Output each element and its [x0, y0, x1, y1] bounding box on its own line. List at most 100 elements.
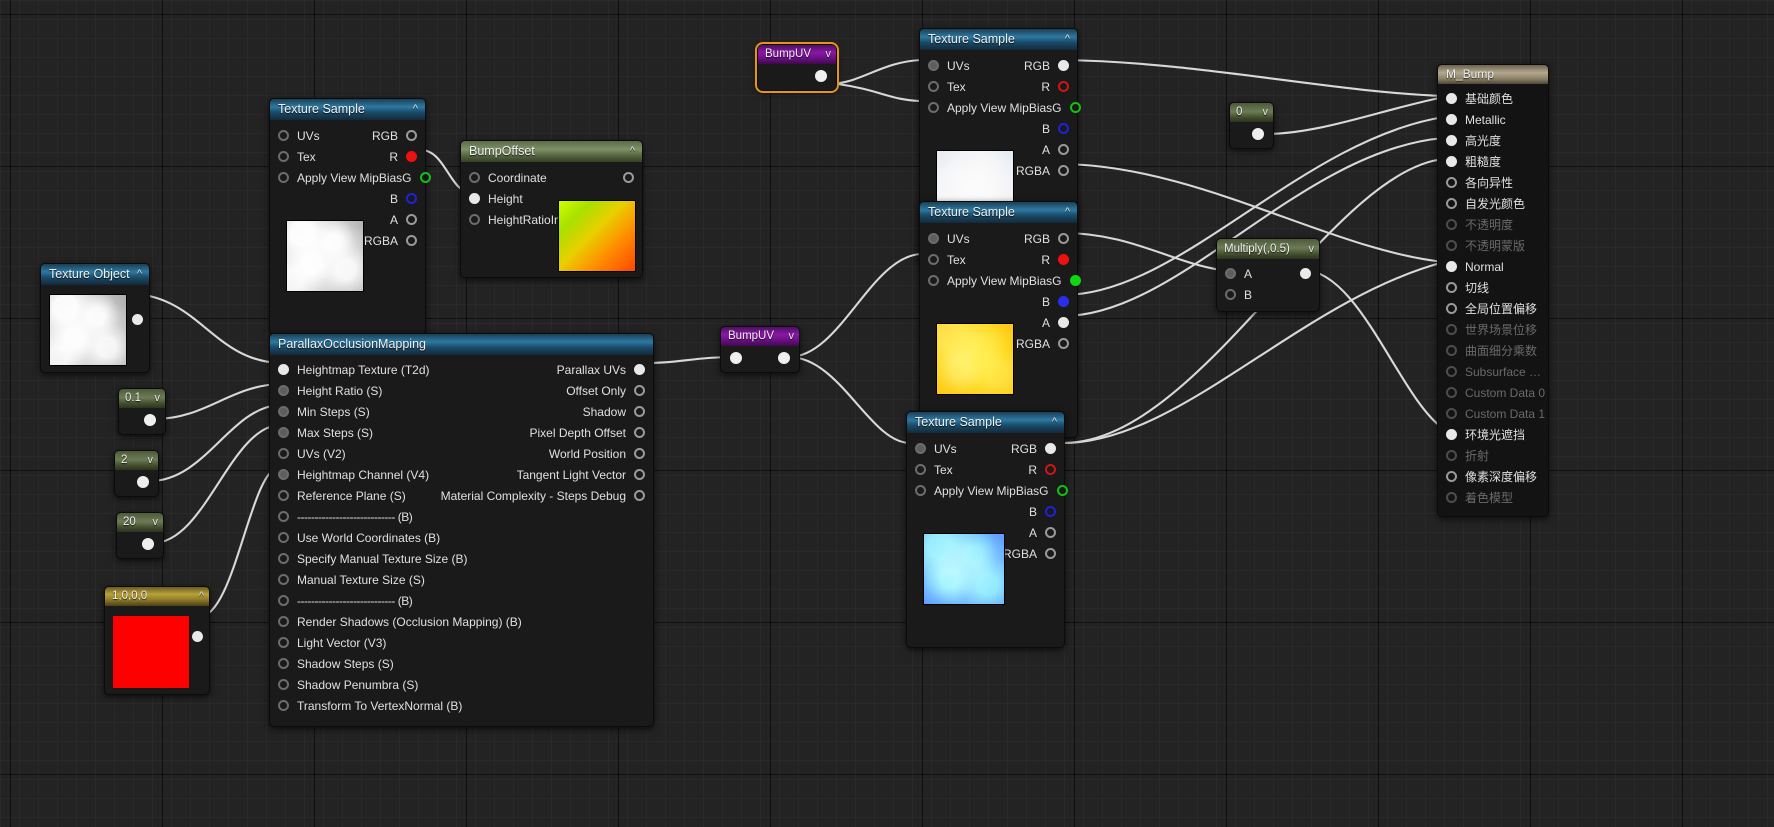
chevron-down-icon[interactable]: v [155, 389, 161, 408]
output-pin-texture-object[interactable] [132, 314, 143, 325]
input-pin-uvs[interactable] [278, 130, 289, 141]
output-pin-a[interactable] [1045, 527, 1056, 538]
chevron-down-icon[interactable]: v [1309, 239, 1315, 259]
pin-row[interactable]: Render Shadows (Occlusion Mapping) (B) [270, 611, 653, 632]
output-pin-vector[interactable] [192, 631, 203, 642]
node-parallax-occlusion-mapping[interactable]: ParallaxOcclusionMapping Heightmap Textu… [269, 333, 654, 727]
output-pin-offset-only[interactable] [634, 385, 645, 396]
chevron-up-icon[interactable]: ^ [199, 587, 204, 606]
chevron-up-icon[interactable]: ^ [630, 141, 635, 162]
input-pin-uvs[interactable] [928, 233, 939, 244]
material-pin-row[interactable]: 着色模型 [1438, 487, 1548, 508]
node-scalar-0[interactable]: 0 v [1229, 102, 1274, 149]
node-header[interactable]: ParallaxOcclusionMapping [270, 334, 653, 355]
node-header[interactable]: M_Bump [1438, 65, 1548, 84]
material-input-pin[interactable] [1446, 261, 1457, 272]
node-header[interactable]: BumpUV v [721, 327, 799, 346]
output-pin-bumpuv[interactable] [778, 352, 790, 364]
input-pin-render-shadows[interactable] [278, 616, 289, 627]
input-pin-light-vector[interactable] [278, 637, 289, 648]
pin-row[interactable]: B [920, 291, 1077, 312]
input-pin-b[interactable] [1225, 289, 1236, 300]
node-bumpuv-lower[interactable]: BumpUV v [720, 326, 800, 373]
pin-row[interactable]: Heightmap Texture (T2d) Parallax UVs [270, 359, 653, 380]
output-pin-r[interactable] [1058, 81, 1069, 92]
material-input-pin[interactable] [1446, 93, 1457, 104]
output-pin-tangent-light-vector[interactable] [634, 469, 645, 480]
node-material-output[interactable]: M_Bump 基础颜色 Metallic 高光度 粗糙度 各向异性 自发光颜色 不透明度 不透… [1437, 64, 1549, 517]
chevron-down-icon[interactable]: v [148, 451, 154, 470]
pin-row[interactable]: Apply View MipBias G [907, 480, 1068, 501]
material-pin-row[interactable]: Normal [1438, 256, 1548, 277]
input-pin-apply-view-mipbias[interactable] [928, 102, 939, 113]
node-header[interactable]: 1,0,0,0 ^ [105, 587, 209, 606]
node-scalar-0-1[interactable]: 0.1 v [118, 388, 166, 435]
material-input-pin[interactable] [1446, 492, 1457, 503]
material-input-pin[interactable] [1446, 240, 1457, 251]
material-pin-row[interactable]: 不透明度 [1438, 214, 1548, 235]
chevron-down-icon[interactable]: v [153, 513, 159, 532]
output-pin-pixel-depth-offset[interactable] [634, 427, 645, 438]
material-pin-row[interactable]: 切线 [1438, 277, 1548, 298]
material-pin-row[interactable]: Custom Data 0 [1438, 382, 1548, 403]
material-pin-row[interactable]: 世界场景位移 [1438, 319, 1548, 340]
input-pin-heightratioinput[interactable] [469, 214, 480, 225]
node-texture-sample-orange[interactable]: Texture Sample ^ UVs RGB Tex R Apply Vie… [919, 201, 1081, 438]
material-pin-row[interactable]: 曲面细分乘数 [1438, 340, 1548, 361]
node-header[interactable]: Texture Sample ^ [270, 99, 425, 120]
output-pin-rgba[interactable] [406, 235, 417, 246]
output-pin-rgb[interactable] [1058, 233, 1069, 244]
input-pin-tex[interactable] [928, 81, 939, 92]
input-pin-heightmap-texture[interactable] [278, 364, 289, 375]
output-pin-material-complexity[interactable] [634, 490, 645, 501]
material-input-pin[interactable] [1446, 429, 1457, 440]
input-pin-tex[interactable] [278, 151, 289, 162]
output-pin-g[interactable] [1069, 102, 1081, 113]
input-pin-apply-view-mipbias[interactable] [915, 485, 926, 496]
input-pin-apply-view-mipbias[interactable] [278, 172, 289, 183]
material-input-pin[interactable] [1446, 198, 1457, 209]
pin-row[interactable]: Tex R [270, 146, 425, 167]
pin-row[interactable]: UVs RGB [907, 438, 1064, 459]
pin-row[interactable]: B [1217, 284, 1319, 305]
material-pin-row[interactable]: 自发光颜色 [1438, 193, 1548, 214]
pin-row[interactable]: Shadow Penumbra (S) [270, 674, 653, 695]
output-pin-r[interactable] [1045, 464, 1056, 475]
pin-row[interactable]: Reference Plane (S) Material Complexity … [270, 485, 653, 506]
output-pin-b[interactable] [1058, 123, 1069, 134]
material-input-pin[interactable] [1446, 114, 1457, 125]
pin-row[interactable]: B [907, 501, 1064, 522]
output-pin-rgba[interactable] [1058, 338, 1069, 349]
material-pin-row[interactable]: 高光度 [1438, 130, 1548, 151]
material-input-pin[interactable] [1446, 450, 1457, 461]
pin-row[interactable]: UVs RGB [270, 125, 425, 146]
material-pin-row[interactable]: 折射 [1438, 445, 1548, 466]
output-pin-g[interactable] [419, 172, 431, 183]
material-pin-row[interactable]: 像素深度偏移 [1438, 466, 1548, 487]
input-pin-heightmap-channel[interactable] [278, 469, 289, 480]
node-texture-sample-height[interactable]: Texture Sample ^ UVs RGB Tex R Apply Vie… [269, 98, 431, 335]
material-input-pin[interactable] [1446, 387, 1457, 398]
material-pin-row[interactable]: 粗糙度 [1438, 151, 1548, 172]
chevron-up-icon[interactable]: ^ [1052, 412, 1057, 433]
pin-row[interactable]: Apply View MipBias G [920, 97, 1081, 118]
pin-row[interactable]: Tex R [907, 459, 1064, 480]
pin-row[interactable]: UVs (V2) World Position [270, 443, 653, 464]
node-header[interactable]: Texture Sample ^ [920, 29, 1077, 50]
material-input-pin[interactable] [1446, 282, 1457, 293]
pin-row[interactable]: Manual Texture Size (S) [270, 569, 653, 590]
output-pin-b[interactable] [406, 193, 417, 204]
material-pin-row[interactable]: Metallic [1438, 109, 1548, 130]
material-input-pin[interactable] [1446, 324, 1457, 335]
input-pin-shadow-steps[interactable] [278, 658, 289, 669]
pin-row[interactable]: B [920, 118, 1077, 139]
material-input-pin[interactable] [1446, 177, 1457, 188]
input-pin-height[interactable] [469, 193, 480, 204]
material-input-pin[interactable] [1446, 219, 1457, 230]
output-pin-scalar[interactable] [1252, 128, 1264, 140]
output-pin-world-position[interactable] [634, 448, 645, 459]
output-pin-bumpoffset[interactable] [623, 172, 634, 183]
pin-row[interactable]: Min Steps (S) Shadow [270, 401, 653, 422]
material-input-pin[interactable] [1446, 303, 1457, 314]
material-pin-row[interactable]: 环境光遮挡 [1438, 424, 1548, 445]
